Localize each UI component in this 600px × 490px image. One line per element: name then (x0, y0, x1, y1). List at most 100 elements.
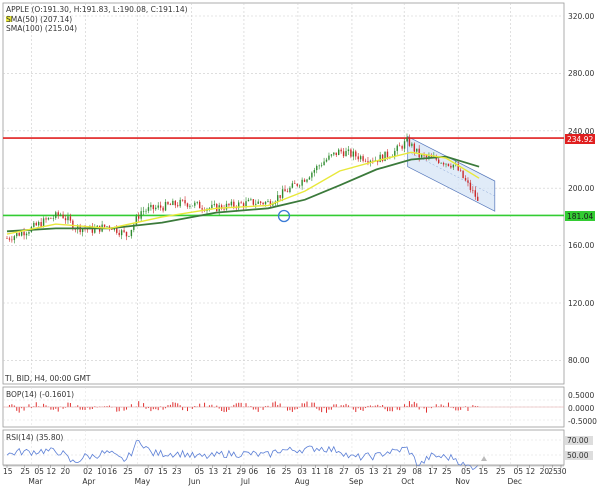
candle-body (255, 203, 257, 205)
candle-body (28, 232, 30, 234)
candle-body (338, 149, 340, 156)
candle-body (264, 201, 267, 205)
time-tick: 08 (412, 467, 422, 476)
candle-body (118, 232, 120, 236)
candle-body (167, 201, 169, 205)
candle-body (362, 156, 364, 161)
candle-body (211, 204, 213, 209)
candle-body (128, 236, 130, 237)
candle-body (50, 217, 52, 219)
sma50-label: SMA(50) (207.14) (6, 15, 72, 24)
candle-body (379, 154, 381, 163)
candle-body (106, 226, 108, 227)
candle-body (345, 151, 347, 157)
time-tick: 23 (172, 467, 182, 476)
candle-body (35, 222, 37, 226)
price-tick: 320.00 (568, 12, 594, 21)
month-label: Sep (349, 477, 363, 486)
candle-body (198, 201, 201, 209)
time-tick: 05 (195, 467, 205, 476)
candle-body (308, 177, 311, 180)
candle-body (225, 203, 228, 210)
candle-body (130, 229, 133, 237)
candle-body (440, 162, 442, 164)
candle-body (281, 189, 284, 198)
price-tick: 120.00 (568, 299, 594, 308)
candle-body (103, 224, 106, 227)
time-tick: 05 (34, 467, 44, 476)
candle-body (164, 201, 167, 211)
support-tag-label: 181.04 (567, 212, 593, 221)
candle-body (25, 233, 28, 236)
time-tick: 21 (383, 467, 393, 476)
candle-body (472, 190, 474, 191)
time-tick: 30 (557, 467, 567, 476)
candle-body (6, 238, 8, 240)
candle-body (406, 137, 408, 142)
candle-body (289, 187, 291, 193)
candle-body (323, 161, 325, 166)
candle-body (181, 199, 184, 201)
time-tick: 13 (369, 467, 379, 476)
time-tick: 17 (428, 467, 438, 476)
candle-body (335, 152, 337, 156)
time-tick: 25 (123, 467, 133, 476)
candle-body (184, 200, 186, 204)
candle-body (262, 202, 264, 205)
candle-body (442, 162, 445, 165)
candle-body (147, 207, 150, 211)
month-label: Aug (295, 477, 310, 486)
candle-body (318, 165, 320, 167)
candle-body (450, 165, 452, 168)
rsi-tick: 70.00 (567, 436, 589, 445)
month-label: Apr (82, 477, 96, 486)
candle-body (291, 183, 294, 188)
candle-body (189, 205, 191, 207)
candle-body (364, 160, 367, 162)
price-tick: 80.00 (568, 356, 590, 365)
candle-body (294, 183, 296, 184)
candle-body (11, 239, 13, 241)
candle-body (23, 231, 25, 236)
time-tick: 25 (282, 467, 292, 476)
candle-body (8, 238, 11, 240)
candle-body (420, 154, 423, 158)
candle-body (57, 212, 59, 216)
candle-body (413, 143, 416, 152)
info-line: TI, BID, H4, 00:00 GMT (4, 374, 91, 383)
candle-body (194, 202, 196, 206)
time-tick: 27 (339, 467, 349, 476)
rsi-label: RSI(14) (35.80) (6, 433, 63, 442)
candle-body (69, 216, 72, 221)
candle-body (311, 172, 313, 178)
month-label: Dec (507, 477, 522, 486)
candle-body (416, 148, 418, 152)
candle-body (228, 203, 230, 206)
candle-body (357, 156, 359, 160)
candle-body (140, 211, 142, 219)
month-label: May (135, 477, 151, 486)
candle-body (223, 208, 225, 210)
candle-body (298, 185, 301, 187)
candle-body (159, 205, 162, 208)
candle-body (142, 211, 145, 212)
candle-body (279, 195, 281, 198)
candle-body (157, 205, 159, 208)
candle-body (45, 218, 47, 220)
candle-body (20, 231, 23, 236)
candle-body (347, 149, 350, 152)
candle-body (477, 196, 479, 201)
price-tick: 280.00 (568, 69, 594, 78)
candle-body (196, 201, 198, 203)
candle-body (428, 155, 430, 158)
candle-body (464, 178, 467, 181)
candle-body (38, 222, 40, 226)
candle-body (62, 214, 64, 219)
price-tick: 160.00 (568, 241, 594, 250)
candle-body (367, 161, 369, 163)
time-tick: 20 (60, 467, 70, 476)
candle-body (179, 199, 181, 207)
candle-body (13, 236, 16, 241)
time-tick: 12 (526, 467, 536, 476)
instrument-ohlc: APPLE (O:191.30, H:191.83, L:190.08, C:1… (6, 5, 188, 14)
